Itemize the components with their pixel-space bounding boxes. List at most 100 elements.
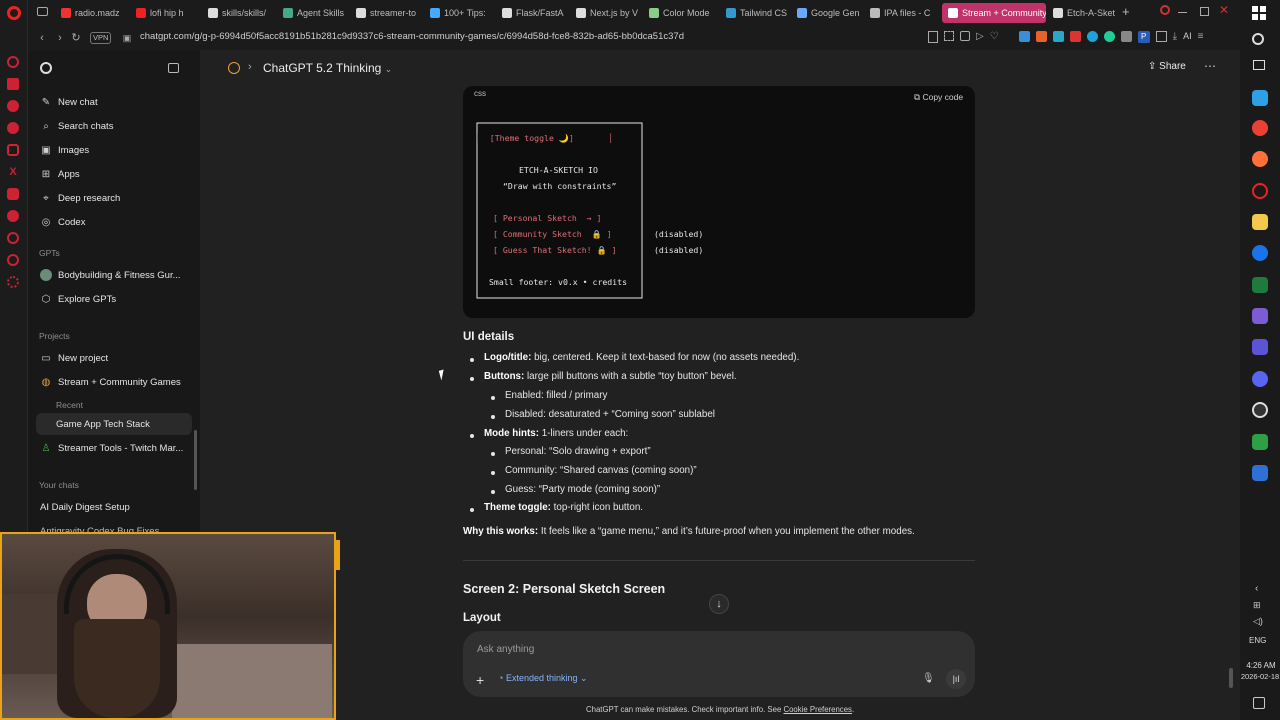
browser-tab[interactable]: 100+ Tips:	[430, 3, 500, 23]
url-field[interactable]: chatgpt.com/g/g-p-6994d50f5acc8191b51b28…	[140, 31, 684, 42]
x-icon[interactable]: X	[7, 166, 19, 178]
more-options-icon[interactable]: ⋯	[1204, 59, 1216, 73]
clock-time[interactable]: 4:26 AM	[1242, 661, 1280, 670]
capture-icon[interactable]	[944, 31, 954, 41]
tray-chevron-icon[interactable]: ‹	[1255, 583, 1258, 594]
browser-tab[interactable]: streamer-to	[356, 3, 426, 23]
scroll-down-button[interactable]: ↓	[709, 594, 729, 614]
sidebar-item-apps[interactable]: ⊞ Apps	[36, 163, 192, 185]
shield-icon[interactable]	[960, 31, 970, 41]
sidebar-item-deep-research[interactable]: ⌖ Deep research	[36, 187, 192, 209]
opera-logo-icon[interactable]	[7, 6, 21, 20]
minimize-button[interactable]	[1178, 12, 1187, 13]
sidebar-item-search-chats[interactable]: ⌕ Search chats	[36, 115, 192, 137]
messenger-icon[interactable]	[7, 100, 19, 112]
ext-green-icon[interactable]	[1103, 31, 1115, 42]
sidebar-scrollbar[interactable]	[194, 430, 197, 490]
extended-thinking-pill[interactable]: ◔ Extended thinking ⌄	[498, 673, 588, 684]
browser-tab[interactable]: Google Gen	[797, 3, 867, 23]
copilot-icon[interactable]	[1252, 90, 1268, 106]
download-icon[interactable]: ⤓	[1173, 31, 1177, 43]
sidebar-item-new-chat[interactable]: ✎ New chat	[36, 91, 192, 113]
browser-tab[interactable]: Next.js by V	[576, 3, 646, 23]
network-icon[interactable]: ⊞	[1253, 600, 1261, 611]
menu-icon[interactable]: ≡	[1198, 31, 1204, 43]
browser-tab[interactable]: Tailwind CS	[726, 3, 796, 23]
history-icon[interactable]	[7, 254, 19, 266]
toggle-sidebar-icon[interactable]	[168, 63, 179, 73]
sidebar-chat-item[interactable]: AI Daily Digest Setup	[36, 496, 192, 518]
settings-icon[interactable]	[7, 276, 19, 288]
sidebar-item-codex[interactable]: ◎ Codex	[36, 211, 192, 233]
sidebar-item-images[interactable]: ▣ Images	[36, 139, 192, 161]
app-green-icon[interactable]	[1252, 434, 1268, 450]
volume-icon[interactable]: ◁)	[1253, 616, 1263, 627]
sidebar-recent-game-app[interactable]: Game App Tech Stack	[36, 413, 192, 435]
tab-overview-icon[interactable]	[37, 7, 48, 16]
task-view-icon[interactable]	[1253, 60, 1265, 70]
aria-icon[interactable]	[7, 56, 19, 68]
browser-tab[interactable]: lofi hip h	[136, 3, 206, 23]
browser-tab[interactable]: Agent Skills	[283, 3, 353, 23]
new-tab-button[interactable]: +	[1122, 4, 1130, 19]
tab-search-icon[interactable]	[1160, 5, 1170, 15]
heart-icon[interactable]: ♡	[990, 31, 999, 43]
ext-cyan-icon[interactable]	[1086, 31, 1098, 42]
instagram-icon[interactable]	[7, 144, 19, 156]
firefox-icon[interactable]	[1252, 151, 1268, 167]
discord-icon[interactable]	[7, 188, 19, 200]
sidebar-explore-gpts[interactable]: ⬡ Explore GPTs	[36, 288, 192, 310]
microphone-icon[interactable]: 🎙︎	[922, 673, 935, 684]
app-blue-icon[interactable]	[1252, 465, 1268, 481]
cookie-preferences-link[interactable]: Cookie Preferences	[783, 705, 851, 714]
copy-code-button[interactable]: ⧉ Copy code	[914, 92, 963, 103]
bookmark-icon[interactable]	[928, 31, 938, 43]
prompt-input[interactable]: Ask anything	[477, 644, 534, 655]
chatgpt-logo-icon[interactable]	[40, 62, 52, 74]
app-discord-icon[interactable]	[1252, 371, 1268, 387]
browser-tab[interactable]: Flask/FastA	[502, 3, 572, 23]
ext-teal-icon[interactable]	[1052, 31, 1064, 42]
maps-icon[interactable]	[1252, 245, 1268, 261]
model-selector[interactable]: ChatGPT 5.2 Thinking ⌄	[263, 61, 392, 75]
browser-tab[interactable]: radio.madz	[61, 3, 131, 23]
search-icon[interactable]	[1252, 33, 1264, 45]
browser-tab[interactable]: skills/skills/	[208, 3, 278, 23]
ext-grey-icon[interactable]	[1120, 31, 1132, 42]
notifications-icon[interactable]	[1253, 697, 1265, 709]
ext-blue-icon[interactable]	[1018, 31, 1030, 42]
spotify-icon[interactable]	[7, 210, 19, 222]
play-icon[interactable]: ▷	[976, 31, 984, 43]
file-explorer-icon[interactable]	[1252, 214, 1268, 230]
whatsapp-icon[interactable]	[7, 122, 19, 134]
ext-orange-icon[interactable]	[1035, 31, 1047, 42]
app-violet-icon[interactable]	[1252, 339, 1268, 355]
back-icon[interactable]: ‹	[36, 31, 48, 45]
main-scrollbar[interactable]	[1229, 668, 1233, 688]
sidebar-project-stream-community[interactable]: ◍ Stream + Community Games	[36, 371, 192, 393]
language-indicator[interactable]: ENG	[1249, 636, 1266, 645]
sidebar-project-streamer-tools[interactable]: ♙ Streamer Tools - Twitch Mar...	[36, 437, 192, 459]
obs-icon[interactable]	[1252, 402, 1268, 418]
chrome-icon[interactable]	[1252, 120, 1268, 136]
project-globe-icon[interactable]	[228, 62, 240, 74]
profile-p-icon[interactable]: P	[1137, 31, 1150, 43]
opera-icon[interactable]	[1252, 183, 1268, 199]
lock-icon[interactable]: ▣	[121, 31, 133, 45]
sidebar-gpt-bodybuilding[interactable]: Bodybuilding & Fitness Gur...	[36, 264, 192, 286]
app-purple-icon[interactable]	[1252, 308, 1268, 324]
ai-button[interactable]: AI	[1183, 31, 1192, 43]
ext-folder-icon[interactable]	[1155, 31, 1167, 42]
browser-tab[interactable]: Etch-A-Sket	[1053, 3, 1123, 23]
vpn-badge[interactable]: VPN	[90, 32, 112, 44]
sidebar-new-project[interactable]: ▭ New project	[36, 347, 192, 369]
close-window-button[interactable]: ✕	[1219, 3, 1229, 17]
maximize-button[interactable]	[1200, 7, 1209, 16]
voice-mode-button[interactable]: |ıl	[946, 669, 966, 689]
clock-date[interactable]: 2026-02-18	[1238, 672, 1280, 681]
forward-icon[interactable]: ›	[54, 31, 66, 45]
browser-tab[interactable]: IPA files - C	[870, 3, 940, 23]
music-icon[interactable]	[7, 232, 19, 244]
add-attachment-button[interactable]: +	[476, 672, 484, 688]
ext-red-icon[interactable]	[1069, 31, 1081, 42]
